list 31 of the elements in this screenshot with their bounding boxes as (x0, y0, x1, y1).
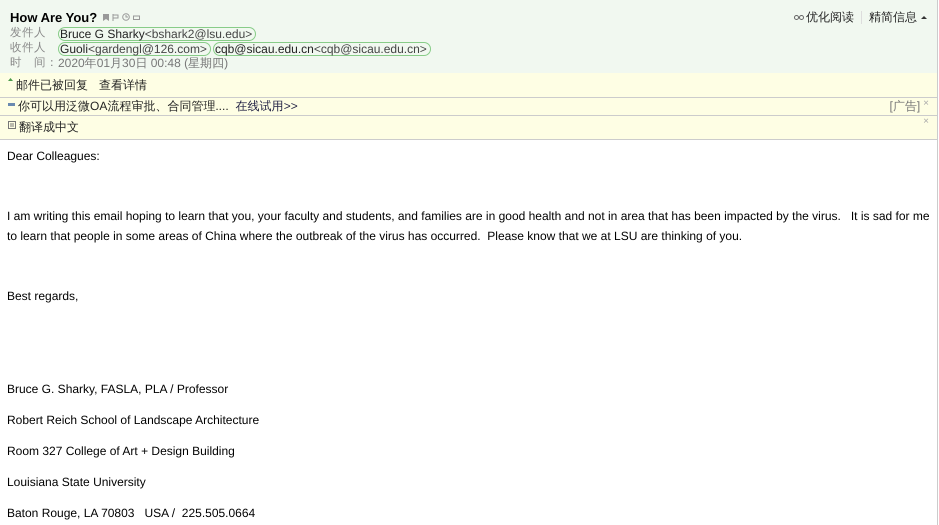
contact-chip[interactable]: Bruce G Sharky<bshark2@lsu.edu> (58, 26, 256, 40)
flag-icon[interactable] (112, 14, 120, 20)
body-paragraph: Louisiana State University (7, 474, 147, 491)
subject-title: How Are You? (10, 10, 98, 24)
dash-icon (8, 103, 15, 106)
notice-link[interactable]: 在线试用>> (236, 98, 298, 115)
date-text: 2020年01月30日 00:48 (星期四) (58, 56, 228, 72)
document-icon (8, 121, 16, 129)
field-label: 发件人 (10, 26, 47, 41)
arrow-icon (8, 78, 13, 83)
flag-icon[interactable] (103, 14, 110, 20)
notice-link[interactable]: 查看详情 (99, 76, 147, 94)
notice-text: 翻译成中文 (19, 119, 79, 136)
body-paragraph: Baton Rouge, LA 70803 USA / 225.505.0664 (7, 505, 256, 522)
body-paragraph: Bruce G. Sharky, FASLA, PLA / Professor (7, 381, 230, 398)
header-link[interactable]: 精简信息 (869, 8, 927, 26)
notice-text: 你可以用泛微OA流程审批、合同管理.... (18, 98, 229, 115)
clock-icon[interactable] (122, 13, 130, 21)
field-label: 时 间： (10, 56, 58, 71)
contact-chip[interactable]: cqb@sicau.edu.cn<cqb@sicau.edu.cn> (212, 42, 431, 56)
notice-text: 邮件已被回复 (16, 76, 88, 94)
body-paragraph: I am writing this email hoping to learn that you, your faculty and students, and families are in good health and not in area that has been impacted by the virus. It is sad for me to learn that people in some areas of China where the outbreak of the virus has occurred. Please know that we at LSU are thinking of you. (7, 208, 930, 245)
field-label: 收件人 (10, 41, 47, 56)
body-paragraph: Robert Reich School of Landscape Architecture (7, 412, 260, 429)
glasses-icon (794, 14, 804, 20)
ad-label: [广告] (889, 98, 920, 115)
body-paragraph: Dear Colleagues: (7, 148, 101, 165)
body-paragraph: Best regards, (7, 288, 80, 305)
contact-chip[interactable]: Guoli<gardengl@126.com> (58, 42, 211, 56)
header-link[interactable]: 优化阅读 (794, 8, 854, 26)
body-paragraph: Room 327 College of Art + Design Building (7, 443, 236, 460)
